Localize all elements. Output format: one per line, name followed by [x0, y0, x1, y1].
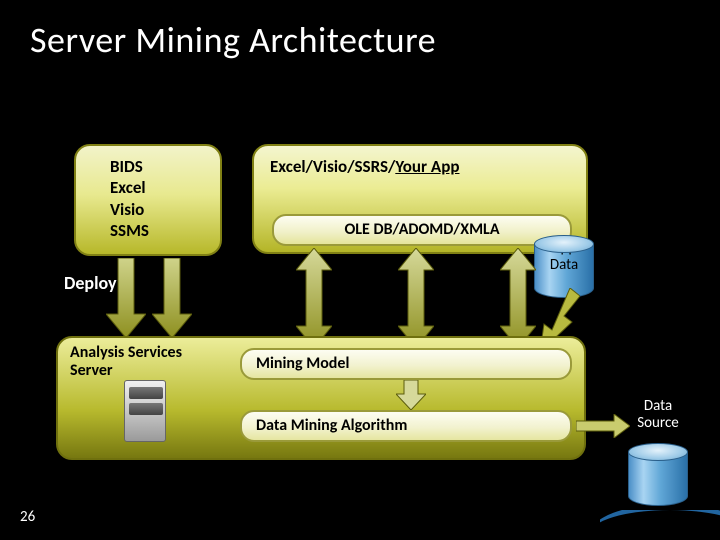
bidir-arrow-icon — [296, 248, 332, 348]
tools-line: SSMS — [110, 220, 220, 241]
client-apps-yourapp: Your App — [395, 156, 459, 177]
tools-line: BIDS — [110, 156, 220, 177]
deploy-arrow-icon — [152, 258, 192, 338]
decorative-swoosh-icon — [600, 510, 720, 540]
diagram-canvas: BIDS Excel Visio SSMS Excel/Visio/SSRS/Y… — [0, 0, 720, 540]
tools-line: Excel — [110, 177, 220, 198]
deploy-arrow-icon — [106, 258, 146, 338]
data-source-label: DataSource — [618, 398, 698, 431]
data-source-cylinder-icon: DataSource — [628, 400, 688, 506]
server-tower-icon — [124, 380, 184, 452]
data-mining-algorithm-bar: Data Mining Algorithm — [240, 410, 572, 442]
tools-box: BIDS Excel Visio SSMS — [74, 144, 222, 256]
mining-model-bar: Mining Model — [240, 348, 572, 380]
tools-line: Visio — [110, 199, 220, 220]
bidir-arrow-icon — [398, 248, 434, 348]
mining-to-algo-arrow-icon — [396, 380, 426, 410]
slide-number: 26 — [20, 508, 35, 526]
client-apps-prefix: Excel/Visio/SSRS/ — [270, 156, 395, 177]
